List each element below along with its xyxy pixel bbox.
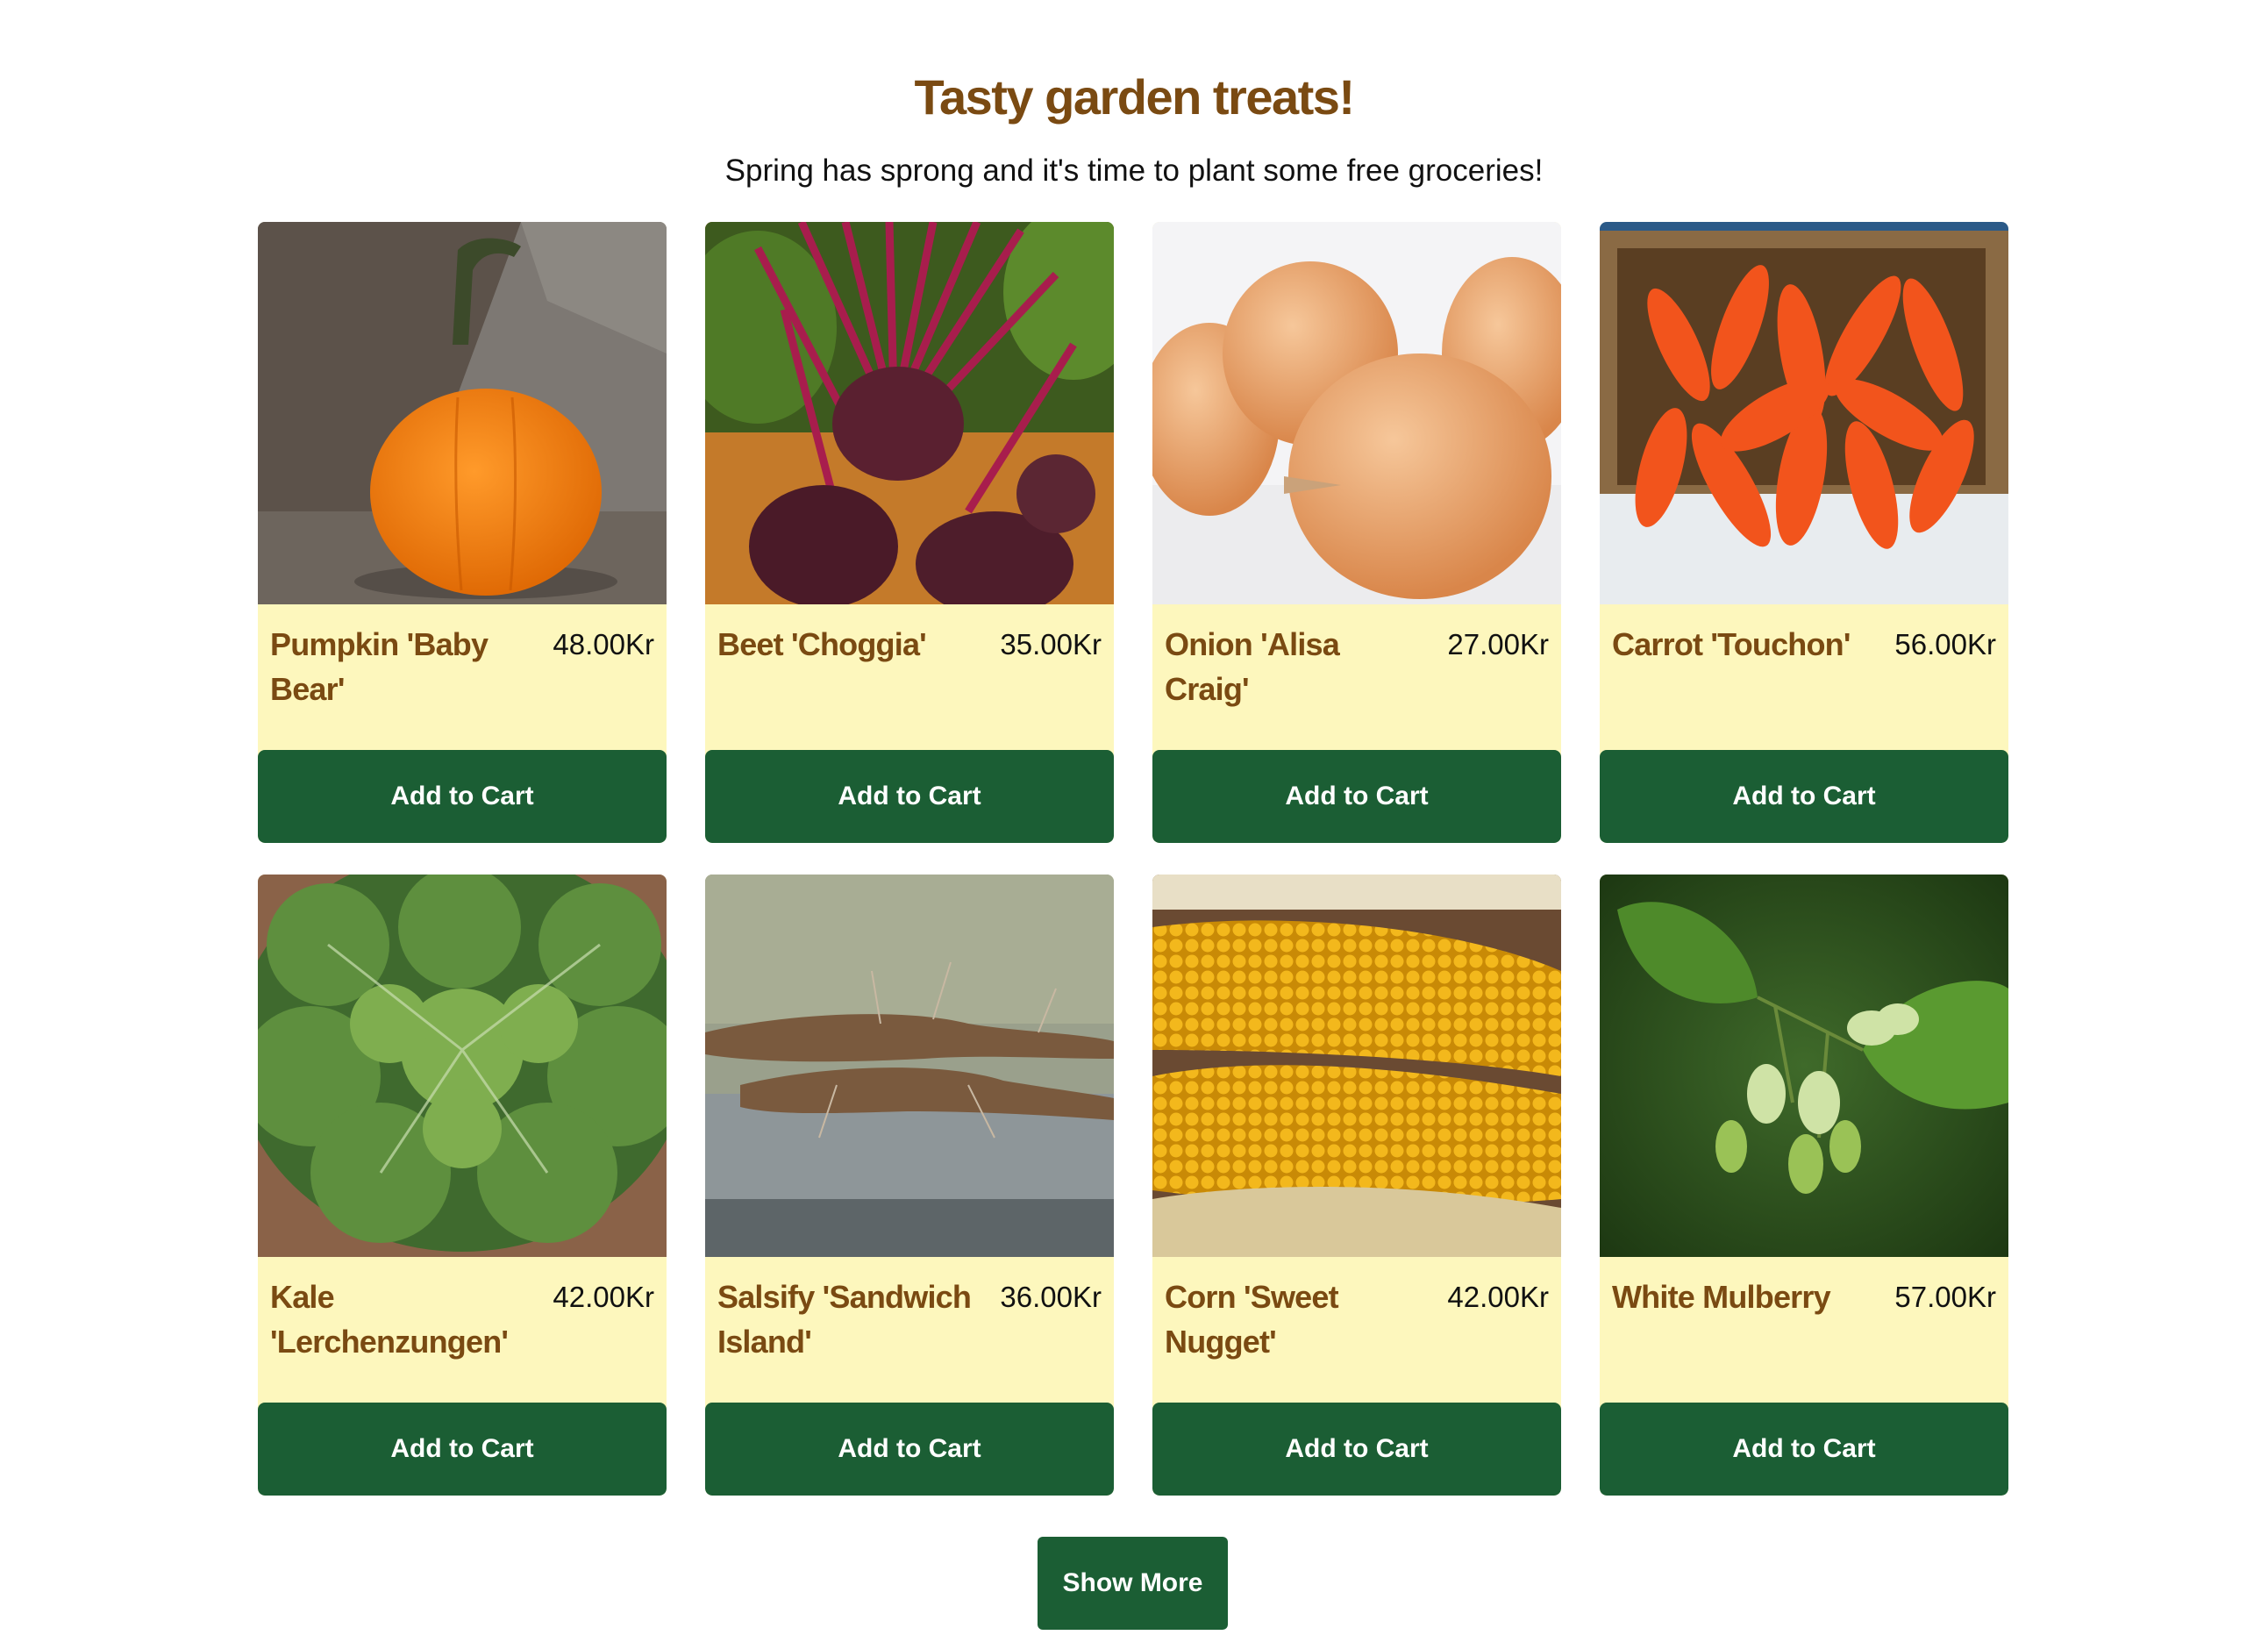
product-info: Kale 'Lerchenzungen' 42.00Kr — [258, 1257, 667, 1403]
product-info: Salsify 'Sandwich Island' 36.00Kr — [705, 1257, 1114, 1403]
add-to-cart-button[interactable]: Add to Cart — [705, 750, 1114, 843]
product-card: Carrot 'Touchon' 56.00Kr Add to Cart — [1600, 222, 2008, 843]
product-name: Salsify 'Sandwich Island' — [717, 1279, 972, 1360]
product-name: Onion 'Alisa Craig' — [1165, 626, 1340, 707]
onion-image[interactable] — [1152, 222, 1561, 604]
product-card: Beet 'Choggia' 35.00Kr Add to Cart — [705, 222, 1114, 843]
product-name: Corn 'Sweet Nugget' — [1165, 1279, 1339, 1360]
product-price: 48.00Kr — [553, 628, 654, 660]
product-card: Onion 'Alisa Craig' 27.00Kr Add to Cart — [1152, 222, 1561, 843]
product-price: 27.00Kr — [1447, 628, 1549, 660]
product-info: Pumpkin 'Baby Bear' 48.00Kr — [258, 604, 667, 750]
add-to-cart-button[interactable]: Add to Cart — [1600, 1403, 2008, 1496]
product-info: Carrot 'Touchon' 56.00Kr — [1600, 604, 2008, 750]
add-to-cart-button[interactable]: Add to Cart — [258, 750, 667, 843]
product-name: Carrot 'Touchon' — [1612, 626, 1851, 662]
product-name: Pumpkin 'Baby Bear' — [270, 626, 489, 707]
product-info: White Mulberry 57.00Kr — [1600, 1257, 2008, 1403]
product-card: Corn 'Sweet Nugget' 42.00Kr Add to Cart — [1152, 875, 1561, 1496]
product-card: Pumpkin 'Baby Bear' 48.00Kr Add to Cart — [258, 222, 667, 843]
product-info: Onion 'Alisa Craig' 27.00Kr — [1152, 604, 1561, 750]
page-title: Tasty garden treats! — [914, 69, 1355, 125]
product-price: 42.00Kr — [553, 1281, 654, 1313]
kale-image[interactable] — [258, 875, 667, 1257]
product-info: Beet 'Choggia' 35.00Kr — [705, 604, 1114, 750]
add-to-cart-button[interactable]: Add to Cart — [705, 1403, 1114, 1496]
add-to-cart-button[interactable]: Add to Cart — [258, 1403, 667, 1496]
product-card: Salsify 'Sandwich Island' 36.00Kr Add to… — [705, 875, 1114, 1496]
page: Tasty garden treats! Spring has sprong a… — [0, 0, 2268, 1635]
pumpkin-image[interactable] — [258, 222, 667, 604]
page-subtitle: Spring has sprong and it's time to plant… — [724, 154, 1544, 188]
add-to-cart-button[interactable]: Add to Cart — [1152, 1403, 1561, 1496]
salsify-image[interactable] — [705, 875, 1114, 1257]
product-card: Kale 'Lerchenzungen' 42.00Kr Add to Cart — [258, 875, 667, 1496]
product-price: 42.00Kr — [1447, 1281, 1549, 1313]
product-price: 35.00Kr — [1000, 628, 1102, 660]
product-name: White Mulberry — [1612, 1279, 1831, 1315]
product-price: 56.00Kr — [1894, 628, 1996, 660]
product-card: White Mulberry 57.00Kr Add to Cart — [1600, 875, 2008, 1496]
product-price: 57.00Kr — [1894, 1281, 1996, 1313]
corn-image[interactable] — [1152, 875, 1561, 1257]
show-more-button[interactable]: Show More — [1038, 1537, 1228, 1630]
add-to-cart-button[interactable]: Add to Cart — [1600, 750, 2008, 843]
beet-image[interactable] — [705, 222, 1114, 604]
product-info: Corn 'Sweet Nugget' 42.00Kr — [1152, 1257, 1561, 1403]
product-price: 36.00Kr — [1000, 1281, 1102, 1313]
product-name: Kale 'Lerchenzungen' — [270, 1279, 509, 1360]
product-grid: Pumpkin 'Baby Bear' 48.00Kr Add to Cart — [258, 222, 2008, 1496]
add-to-cart-button[interactable]: Add to Cart — [1152, 750, 1561, 843]
mulberry-image[interactable] — [1600, 875, 2008, 1257]
carrot-image[interactable] — [1600, 222, 2008, 604]
product-name: Beet 'Choggia' — [717, 626, 927, 662]
